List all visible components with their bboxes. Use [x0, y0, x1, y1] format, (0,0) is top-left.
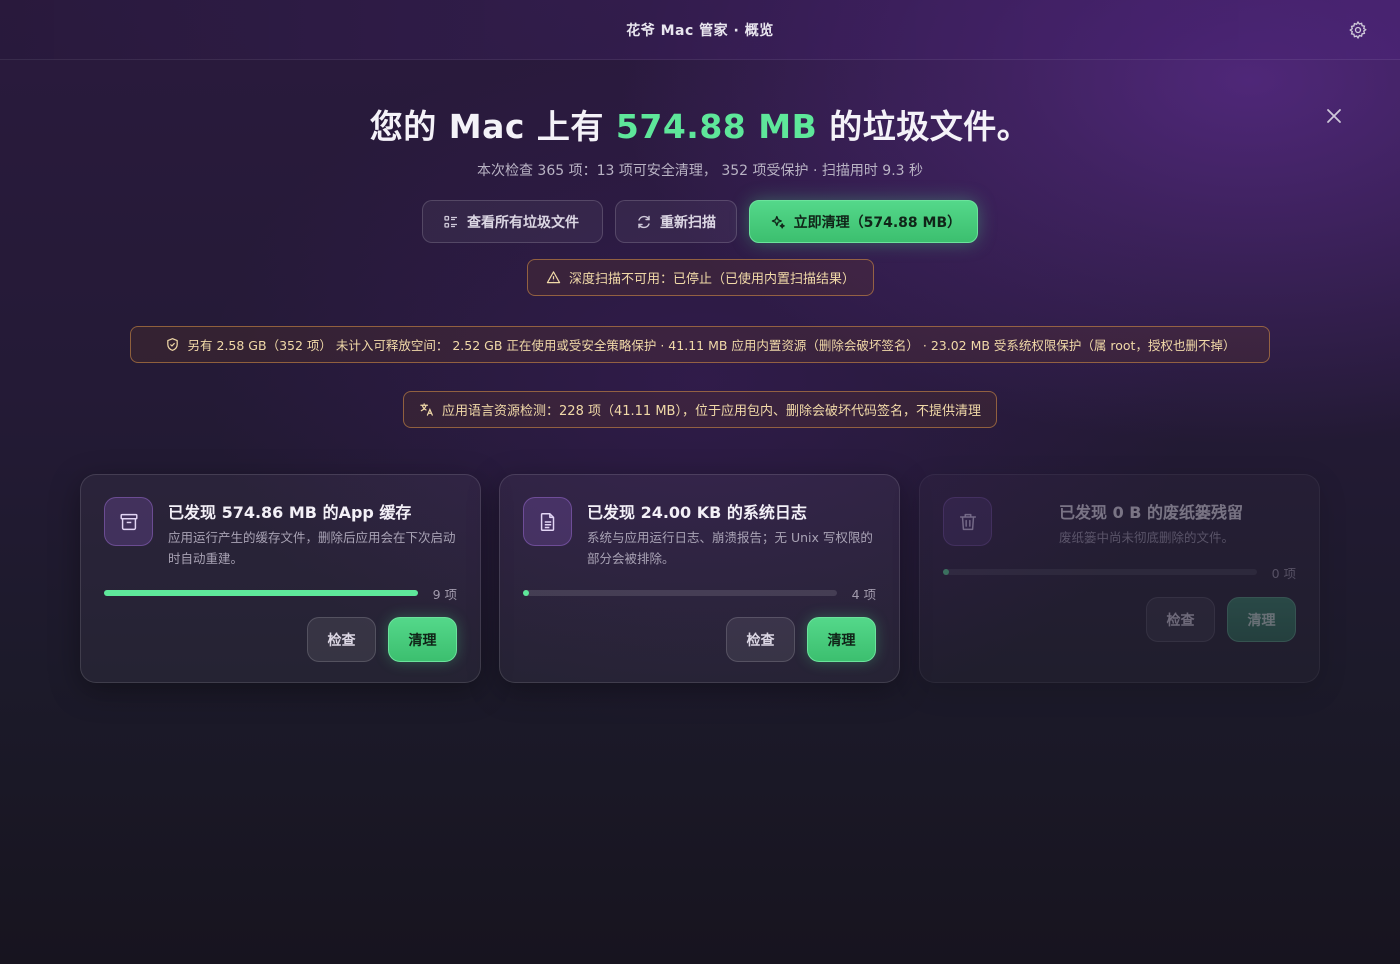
progress-track [104, 590, 418, 596]
warning-icon [546, 271, 561, 284]
trash-residue-card: 已发现 0 B 的废纸篓残留 废纸篓中尚未彻底删除的文件。 0 项 检查 清理 [919, 474, 1320, 683]
progress-track [943, 569, 1257, 575]
deep-scan-warning-text: 深度扫描不可用：已停止（已使用内置扫描结果） [568, 272, 855, 287]
card-title: 已发现 24.00 KB 的系统日志 [587, 503, 807, 522]
rescan-label: 重新扫描 [660, 214, 716, 231]
item-count: 9 项 [432, 587, 457, 602]
shield-icon [166, 338, 178, 351]
inspect-button[interactable]: 检查 [1146, 597, 1215, 642]
item-count: 0 项 [1271, 566, 1296, 581]
progress-track [523, 590, 837, 596]
view-all-label: 查看所有垃圾文件 [467, 214, 579, 231]
list-icon [444, 215, 457, 228]
card-actions: 检查 清理 [726, 617, 876, 662]
card-description: 废纸篓中尚未彻底删除的文件。 [1059, 530, 1235, 545]
progress-fill [104, 590, 418, 596]
document-icon [523, 497, 572, 546]
clean-button[interactable]: 清理 [1227, 597, 1296, 642]
protected-space-text: 另有 2.58 GB（352 项） 未计入可释放空间： 2.52 GB 正在使用… [187, 338, 1236, 353]
clean-button[interactable]: 清理 [807, 617, 876, 662]
clean-now-label: 立即清理（574.88 MB） [793, 214, 962, 231]
view-all-junk-button[interactable]: 查看所有垃圾文件 [422, 200, 603, 243]
headline-prefix: 您的 Mac 上有 [369, 107, 616, 146]
junk-amount: 574.88 MB [615, 107, 818, 146]
language-resource-notice: 应用语言资源检测：228 项（41.11 MB），位于应用包内、删除会破坏代码签… [403, 391, 997, 428]
app-cache-card: 已发现 574.86 MB 的App 缓存 应用运行产生的缓存文件，删除后应用会… [80, 474, 481, 683]
translate-icon [420, 403, 433, 416]
gear-icon[interactable] [1348, 20, 1368, 40]
card-title: 已发现 574.86 MB 的App 缓存 [168, 503, 412, 522]
clean-now-button[interactable]: 立即清理（574.88 MB） [749, 200, 978, 243]
headline: 您的 Mac 上有 574.88 MB 的垃圾文件。 [0, 100, 1400, 148]
card-title: 已发现 0 B 的废纸篓残留 [1059, 503, 1244, 522]
deep-scan-warning: 深度扫描不可用：已停止（已使用内置扫描结果） [527, 259, 874, 296]
card-description: 应用运行产生的缓存文件，删除后应用会在下次启动时自动重建。 [168, 530, 456, 566]
progress-fill [523, 590, 529, 596]
inspect-button[interactable]: 检查 [726, 617, 795, 662]
rescan-button[interactable]: 重新扫描 [615, 200, 737, 243]
card-actions: 检查 清理 [307, 617, 457, 662]
protected-space-notice: 另有 2.58 GB（352 项） 未计入可释放空间： 2.52 GB 正在使用… [130, 326, 1270, 363]
archive-icon [104, 497, 153, 546]
scan-summary: 本次检查 365 项：13 项可安全清理， 352 项受保护 · 扫描用时 9.… [476, 163, 924, 179]
system-log-card: 已发现 24.00 KB 的系统日志 系统与应用运行日志、崩溃报告；无 Unix… [499, 474, 900, 683]
card-actions: 检查 清理 [1146, 597, 1296, 642]
language-resource-text: 应用语言资源检测：228 项（41.11 MB），位于应用包内、删除会破坏代码签… [442, 404, 981, 419]
card-description: 系统与应用运行日志、崩溃报告；无 Unix 写权限的部分会被排除。 [587, 530, 873, 566]
progress-fill [943, 569, 949, 575]
sparkle-icon [771, 215, 785, 229]
action-bar: 查看所有垃圾文件 重新扫描 立即清理（574.88 MB） [0, 200, 1400, 243]
window-title: 花爷 Mac 管家 · 概览 [626, 23, 774, 39]
refresh-icon [638, 215, 650, 228]
title-bar: 花爷 Mac 管家 · 概览 [0, 0, 1400, 60]
item-count: 4 项 [851, 587, 876, 602]
trash-icon [943, 497, 992, 546]
clean-button[interactable]: 清理 [388, 617, 457, 662]
headline-suffix: 的垃圾文件。 [817, 107, 1031, 146]
inspect-button[interactable]: 检查 [307, 617, 376, 662]
